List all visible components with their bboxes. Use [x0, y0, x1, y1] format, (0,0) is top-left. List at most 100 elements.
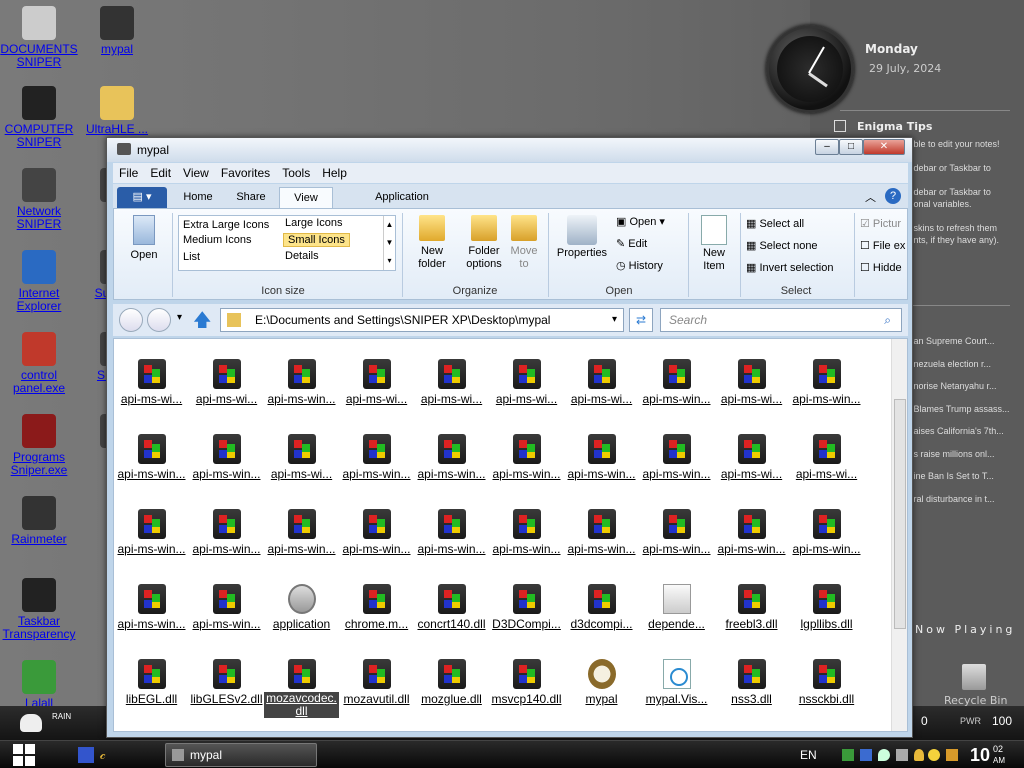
file-item[interactable]: lgpllibs.dll: [789, 584, 864, 631]
forward-button[interactable]: [147, 308, 171, 332]
file-item[interactable]: api-ms-win...: [489, 509, 564, 556]
file-item[interactable]: nssckbi.dll: [789, 659, 864, 706]
file-item[interactable]: application: [264, 584, 339, 631]
desktop-icon-3[interactable]: Internet Explorer: [0, 250, 80, 313]
file-item[interactable]: msvcp140.dll: [489, 659, 564, 706]
file-item[interactable]: api-ms-win...: [339, 509, 414, 556]
recent-dropdown-icon[interactable]: ▾: [177, 312, 182, 323]
menu-item-view[interactable]: View: [177, 163, 215, 180]
file-item[interactable]: api-ms-win...: [189, 434, 264, 481]
picture-checkbox[interactable]: ☑ Pictur: [860, 217, 901, 230]
file-item[interactable]: api-ms-win...: [339, 434, 414, 481]
news-item[interactable]: ...ine Ban Is Set to T...: [906, 465, 1018, 488]
tab-share[interactable]: Share: [225, 187, 277, 208]
file-item[interactable]: libGLESv2.dll: [189, 659, 264, 706]
file-item[interactable]: freebl3.dll: [714, 584, 789, 631]
file-item[interactable]: api-ms-win...: [789, 509, 864, 556]
tray-icon-water[interactable]: [878, 749, 890, 761]
file-item[interactable]: api-ms-win...: [564, 509, 639, 556]
layout-details[interactable]: Details: [285, 250, 319, 262]
tray-icon-smiley[interactable]: [928, 749, 940, 761]
layout-extra-large[interactable]: Extra Large Icons: [183, 219, 269, 231]
desktop-icon-col2-1[interactable]: UltraHLE ...: [76, 86, 158, 136]
invert-selection-button[interactable]: ▦ Invert selection: [746, 261, 833, 274]
tab-view[interactable]: View: [279, 187, 333, 208]
file-item[interactable]: depende...: [639, 584, 714, 631]
address-bar[interactable]: E:\Documents and Settings\SNIPER XP\Desk…: [220, 308, 624, 332]
file-item[interactable]: api-ms-wi...: [414, 359, 489, 406]
file-item[interactable]: api-ms-win...: [489, 434, 564, 481]
file-item[interactable]: D3DCompi...: [489, 584, 564, 631]
file-item[interactable]: api-ms-wi...: [714, 434, 789, 481]
gallery-scroll[interactable]: ▲ ▼ ▾: [383, 216, 395, 270]
scrollbar-thumb[interactable]: [894, 399, 906, 629]
file-item[interactable]: api-ms-win...: [639, 359, 714, 406]
history-button[interactable]: ◷ History: [616, 259, 663, 272]
address-dropdown-icon[interactable]: ▾: [612, 309, 617, 331]
desktop-icon-7[interactable]: Taskbar Transparency: [0, 578, 80, 641]
layout-gallery[interactable]: Extra Large Icons Large Icons Medium Ico…: [178, 215, 396, 271]
file-item[interactable]: api-ms-win...: [639, 434, 714, 481]
open-pane-button[interactable]: Open: [124, 215, 164, 262]
file-item[interactable]: concrt140.dll: [414, 584, 489, 631]
desktop-icon-8[interactable]: Lalall: [0, 660, 80, 710]
file-item[interactable]: libEGL.dll: [114, 659, 189, 706]
hidden-items-checkbox[interactable]: ☐ Hidde: [860, 261, 902, 274]
clock-hour[interactable]: 10: [970, 741, 990, 768]
new-folder-button[interactable]: New folder: [410, 215, 454, 271]
news-item[interactable]: ...s raise millions onl...: [906, 443, 1018, 466]
move-to-button[interactable]: Move to: [506, 215, 542, 271]
minimize-button[interactable]: ‒: [815, 139, 839, 155]
file-item[interactable]: api-ms-wi...: [714, 359, 789, 406]
close-button[interactable]: ✕: [863, 139, 905, 155]
file-item[interactable]: d3dcompi...: [564, 584, 639, 631]
menu-item-edit[interactable]: Edit: [144, 163, 177, 180]
tab-home[interactable]: Home: [173, 187, 223, 208]
file-item[interactable]: api-ms-wi...: [264, 434, 339, 481]
recycle-bin-icon[interactable]: [962, 664, 986, 690]
help-icon[interactable]: ?: [885, 188, 901, 204]
tray-icon-flame[interactable]: [914, 749, 924, 761]
news-item[interactable]: ...Blames Trump assass...: [906, 398, 1018, 421]
new-item-button[interactable]: New Item: [694, 215, 734, 273]
news-item[interactable]: ...aises California's 7th...: [906, 420, 1018, 443]
file-item[interactable]: api-ms-win...: [189, 509, 264, 556]
menu-item-favorites[interactable]: Favorites: [215, 163, 276, 180]
file-item[interactable]: mypal.Vis...: [639, 659, 714, 706]
desktop-icon-1[interactable]: COMPUTER SNIPER: [0, 86, 80, 149]
layout-small[interactable]: Small Icons: [283, 233, 350, 247]
layout-medium[interactable]: Medium Icons: [183, 234, 251, 246]
file-extensions-checkbox[interactable]: ☐ File ex: [860, 239, 905, 252]
file-menu-button[interactable]: ▤ ▾: [117, 187, 167, 208]
desktop-icon-6[interactable]: Rainmeter: [0, 496, 80, 546]
layout-large[interactable]: Large Icons: [285, 217, 342, 229]
file-item[interactable]: api-ms-win...: [414, 434, 489, 481]
title-bar[interactable]: mypal ‒ □ ✕: [107, 138, 912, 162]
file-item[interactable]: api-ms-win...: [264, 509, 339, 556]
taskbar-item-mypal[interactable]: mypal: [165, 743, 317, 767]
file-item[interactable]: api-ms-win...: [114, 584, 189, 631]
desktop-icon-4[interactable]: control panel.exe: [0, 332, 80, 395]
start-button[interactable]: [0, 741, 48, 768]
file-item[interactable]: api-ms-win...: [789, 359, 864, 406]
explorer-window[interactable]: mypal ‒ □ ✕ File Edit View Favorites Tools He…: [106, 137, 913, 738]
vertical-scrollbar[interactable]: [891, 339, 907, 731]
file-item[interactable]: api-ms-win...: [714, 509, 789, 556]
tab-application[interactable]: Application: [357, 187, 447, 208]
desktop-icon-5[interactable]: Programs Sniper.exe: [0, 414, 80, 477]
file-item[interactable]: chrome.m...: [339, 584, 414, 631]
open-button[interactable]: ▣ Open ▾: [616, 215, 665, 228]
news-item[interactable]: ...nezuela election r...: [906, 353, 1018, 376]
file-item[interactable]: nss3.dll: [714, 659, 789, 706]
quicklaunch-icon[interactable]: 𝒸: [100, 746, 106, 763]
file-item[interactable]: api-ms-wi...: [489, 359, 564, 406]
file-item[interactable]: api-ms-win...: [264, 359, 339, 406]
quicklaunch-icon[interactable]: [78, 747, 94, 763]
file-list-pane[interactable]: api-ms-wi... api-ms-wi... api-ms-win... api…: [113, 338, 908, 732]
file-item[interactable]: api-ms-win...: [564, 434, 639, 481]
news-item[interactable]: ...norise Netanyahu r...: [906, 375, 1018, 398]
desktop-icon-col2-0[interactable]: mypal: [76, 6, 158, 56]
tray-icon-network[interactable]: [842, 749, 854, 761]
folder-options-button[interactable]: Folder options: [458, 215, 510, 271]
select-none-button[interactable]: ▦ Select none: [746, 239, 818, 252]
